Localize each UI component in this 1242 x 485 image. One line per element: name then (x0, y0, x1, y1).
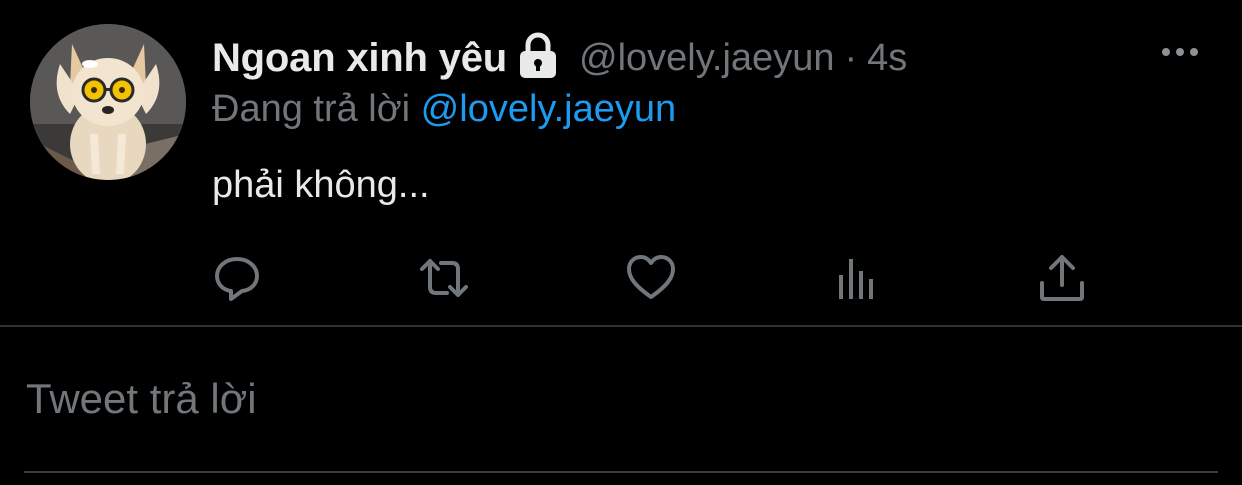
replying-to: Đang trả lời @lovely.jaeyun (212, 88, 676, 131)
user-handle[interactable]: @lovely.jaeyun (579, 37, 834, 80)
replying-to-mention[interactable]: @lovely.jaeyun (421, 88, 676, 130)
reply-icon (215, 257, 259, 301)
reply-button[interactable] (211, 252, 263, 304)
reply-composer (0, 327, 1242, 485)
replying-to-label: Đang trả lời (212, 88, 411, 130)
display-name[interactable]: Ngoan xinh yêu (212, 36, 507, 81)
timestamp[interactable]: 4s (867, 37, 907, 80)
tweet-text: phải không... (212, 164, 430, 206)
tweet-header: Ngoan xinh yêu @lovely.jaeyun · 4s (212, 30, 907, 86)
retweet-icon (420, 259, 468, 297)
share-icon (1040, 255, 1084, 301)
analytics-icon (839, 259, 873, 299)
avatar[interactable] (30, 24, 186, 180)
lock-icon (517, 32, 559, 80)
tweet-detail-page: Ngoan xinh yêu @lovely.jaeyun · 4s Đang … (0, 0, 1242, 485)
tweet[interactable]: Ngoan xinh yêu @lovely.jaeyun · 4s Đang … (0, 0, 1242, 326)
dog-with-sunglasses-avatar-icon (30, 24, 186, 180)
more-horizontal-icon[interactable] (1160, 42, 1200, 62)
retweet-button[interactable] (418, 252, 470, 304)
separator-dot: · (844, 36, 858, 79)
analytics-button[interactable] (831, 252, 883, 304)
share-button[interactable] (1036, 252, 1088, 304)
like-button[interactable] (625, 252, 677, 304)
composer-underline (24, 471, 1218, 473)
tweet-actions (0, 252, 1242, 304)
heart-icon (627, 255, 675, 299)
reply-tweet-input[interactable] (26, 369, 1216, 429)
